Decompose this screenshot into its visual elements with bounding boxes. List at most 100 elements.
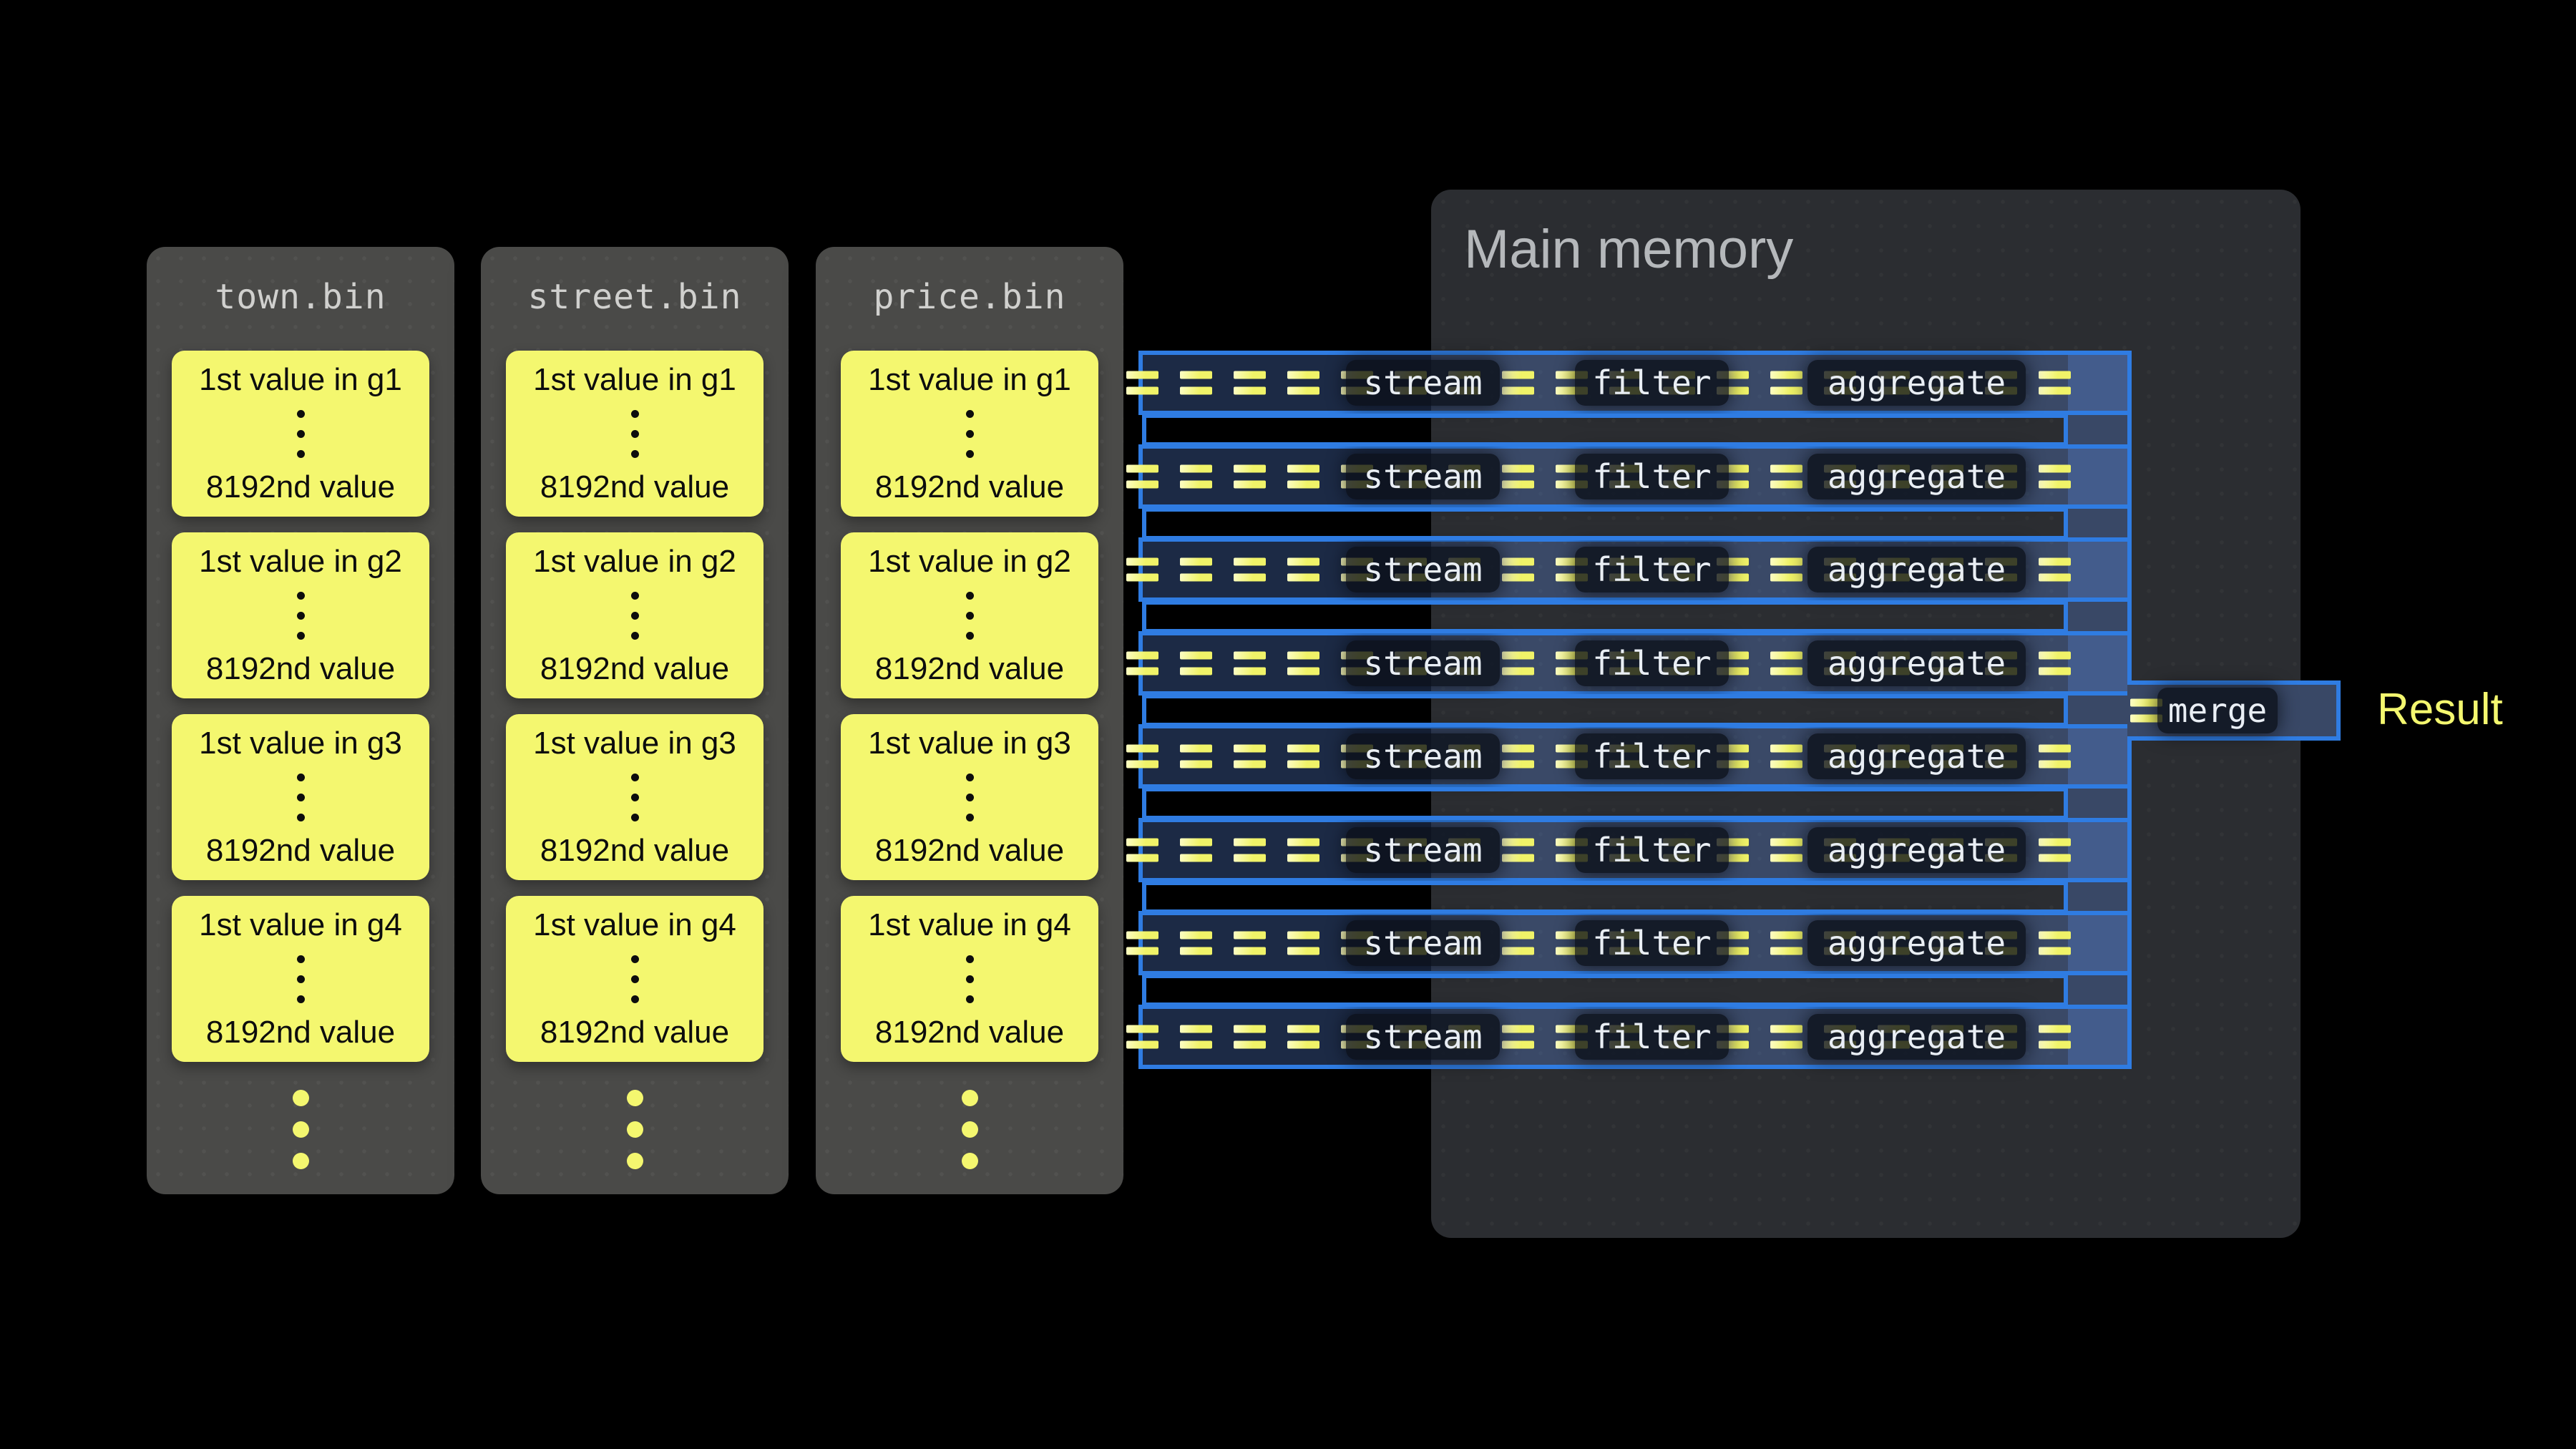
equals-dash-icon <box>1287 745 1319 769</box>
value-block: 1st value in g3 8192nd value <box>506 714 763 880</box>
equals-dash-icon <box>1502 745 1534 769</box>
block-last-value: 8192nd value <box>206 833 395 869</box>
stage-operator-filter: filter <box>1575 733 1729 779</box>
equals-dash-icon <box>1126 839 1158 862</box>
value-block: 1st value in g3 8192nd value <box>841 714 1098 880</box>
pipeline-buffer-2 <box>1142 507 2068 540</box>
equals-dash-icon <box>1502 932 1534 955</box>
block-first-value: 1st value in g2 <box>868 544 1071 580</box>
file-card: town.bin1st value in g18192nd value1st v… <box>147 247 454 1194</box>
stage-operator-filter: filter <box>1575 640 1729 686</box>
file-card: price.bin 1st value in g18192nd value1st … <box>816 247 1123 1194</box>
equals-dash-icon <box>1770 371 1802 395</box>
equals-dash-icon <box>2039 371 2071 395</box>
result-label: Result <box>2377 684 2503 735</box>
equals-dash-icon <box>1126 465 1158 489</box>
pipeline-row-1: streamfilteraggregate <box>1138 351 2132 415</box>
diagram-canvas: town.bin1st value in g18192nd value1st v… <box>0 0 2576 1449</box>
block-last-value: 8192nd value <box>206 1015 395 1050</box>
stage-operator-filter: filter <box>1575 1014 1729 1060</box>
vertical-ellipsis-icon <box>966 410 974 458</box>
pipeline-row-8: streamfilteraggregate <box>1138 1005 2132 1069</box>
file-card: street.bin1st value in g18192nd value1st… <box>481 247 789 1194</box>
equals-dash-icon <box>1126 1025 1158 1049</box>
pipeline-row-4: streamfilteraggregate <box>1138 631 2132 696</box>
equals-dash-icon <box>1234 465 1266 489</box>
block-first-value: 1st value in g1 <box>199 362 402 398</box>
stage-operator-aggregate: aggregate <box>1807 827 2026 873</box>
value-block: 1st value in g1 8192nd value <box>172 351 429 517</box>
stage-operator-stream: stream <box>1346 454 1500 499</box>
stage-operator-filter: filter <box>1575 454 1729 499</box>
stage-operator-filter: filter <box>1575 827 1729 873</box>
stage-operator-aggregate: aggregate <box>1807 360 2026 406</box>
equals-dash-icon <box>1770 839 1802 862</box>
equals-dash-icon <box>1287 839 1319 862</box>
equals-dash-icon <box>1180 371 1212 395</box>
merge-row: merge <box>2127 680 2341 741</box>
block-first-value: 1st value in g2 <box>199 544 402 580</box>
equals-dash-icon <box>1770 932 1802 955</box>
equals-dash-icon <box>1502 1025 1534 1049</box>
equals-dash-icon <box>1234 371 1266 395</box>
equals-dash-icon <box>2039 1025 2071 1049</box>
pipeline-buffer-7 <box>1142 974 2068 1007</box>
stage-operator-stream: stream <box>1346 920 1500 966</box>
equals-dash-icon <box>1502 558 1534 582</box>
block-list: 1st value in g18192nd value1st value in … <box>172 351 429 1078</box>
vertical-ellipsis-icon <box>631 955 639 1003</box>
file-name: price.bin <box>816 277 1123 317</box>
pipeline-row-6: streamfilteraggregate <box>1138 818 2132 882</box>
block-first-value: 1st value in g4 <box>533 907 736 943</box>
vertical-ellipsis-icon <box>631 410 639 458</box>
value-block: 1st value in g38192nd value <box>172 714 429 880</box>
stage-operator-aggregate: aggregate <box>1807 547 2026 592</box>
block-last-value: 8192nd value <box>875 833 1064 869</box>
stage-operator-aggregate: aggregate <box>1807 454 2026 499</box>
equals-dash-icon <box>1180 652 1212 675</box>
block-last-value: 8192nd value <box>206 651 395 687</box>
equals-dash-icon <box>1126 371 1158 395</box>
block-last-value: 8192nd value <box>540 833 729 869</box>
equals-dash-icon <box>1234 1025 1266 1049</box>
block-last-value: 8192nd value <box>540 651 729 687</box>
value-block: 1st value in g4 8192nd value <box>841 896 1098 1062</box>
equals-dash-icon <box>1180 558 1212 582</box>
more-blocks-ellipsis-icon <box>481 1090 789 1169</box>
equals-dash-icon <box>1502 652 1534 675</box>
vertical-ellipsis-icon <box>297 410 305 458</box>
equals-dash-icon <box>1287 932 1319 955</box>
equals-dash-icon <box>1234 652 1266 675</box>
equals-dash-icon <box>1180 839 1212 862</box>
block-first-value: 1st value in g4 <box>868 907 1071 943</box>
equals-dash-icon <box>1234 932 1266 955</box>
equals-dash-icon <box>2039 745 2071 769</box>
stage-operator-stream: stream <box>1346 640 1500 686</box>
value-block: 1st value in g2 8192nd value <box>841 532 1098 698</box>
equals-dash-icon <box>1234 839 1266 862</box>
vertical-ellipsis-icon <box>631 592 639 640</box>
block-last-value: 8192nd value <box>206 469 395 505</box>
block-list: 1st value in g18192nd value1st value in … <box>841 351 1098 1078</box>
equals-dash-icon <box>2039 465 2071 489</box>
main-memory-title: Main memory <box>1464 218 1793 280</box>
block-first-value: 1st value in g3 <box>868 726 1071 761</box>
stage-operator-stream: stream <box>1346 360 1500 406</box>
block-last-value: 8192nd value <box>875 651 1064 687</box>
pipeline-buffer-6 <box>1142 881 2068 914</box>
stage-operator-stream: stream <box>1346 547 1500 592</box>
block-first-value: 1st value in g4 <box>199 907 402 943</box>
block-first-value: 1st value in g2 <box>533 544 736 580</box>
equals-dash-icon <box>1770 1025 1802 1049</box>
equals-dash-icon <box>1287 1025 1319 1049</box>
file-name: street.bin <box>481 277 789 317</box>
block-first-value: 1st value in g3 <box>533 726 736 761</box>
block-last-value: 8192nd value <box>875 1015 1064 1050</box>
file-name: town.bin <box>147 277 454 317</box>
stage-operator-aggregate: aggregate <box>1807 733 2026 779</box>
value-block: 1st value in g4 8192nd value <box>172 896 429 1062</box>
merge-operator: merge <box>2157 688 2278 733</box>
equals-dash-icon <box>2039 652 2071 675</box>
equals-dash-icon <box>1770 745 1802 769</box>
equals-dash-icon <box>1180 745 1212 769</box>
